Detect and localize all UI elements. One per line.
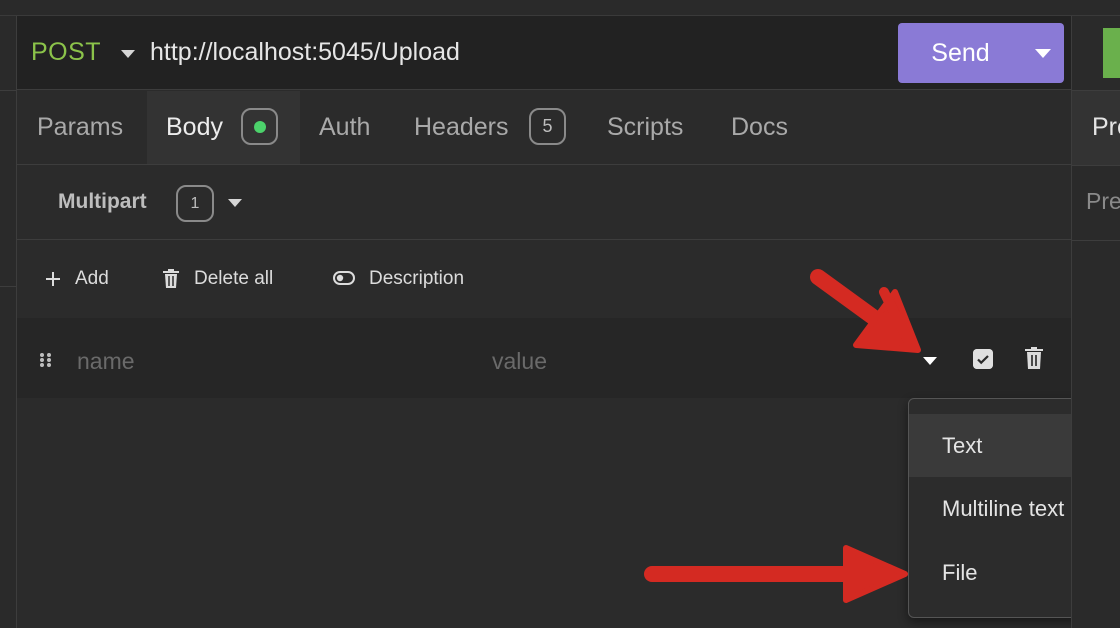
request-tabs: Params Body Auth Headers 5 Scripts Docs [17, 91, 1071, 165]
gutter-divider [0, 90, 16, 91]
tab-label: Docs [731, 113, 788, 141]
tab-docs[interactable]: Docs [731, 91, 811, 164]
response-divider [1072, 165, 1120, 166]
tab-headers[interactable]: Headers 5 [414, 91, 574, 164]
tab-label: Body [166, 113, 223, 141]
http-method-selector[interactable]: POST [31, 38, 101, 67]
url-bar: POST http://localhost:5045/Upload Send [17, 16, 1071, 90]
delete-all-label: Delete all [194, 268, 274, 289]
top-window-strip [0, 0, 1120, 16]
response-preview-selector[interactable]: Pre [1086, 188, 1120, 215]
tab-label: Auth [319, 113, 371, 141]
multipart-count-badge: 1 [176, 185, 214, 222]
gutter-divider [0, 286, 16, 287]
param-actions-row: Add Delete all Description [17, 241, 1071, 317]
send-options-caret-icon[interactable] [1035, 49, 1051, 58]
tab-label: Scripts [607, 113, 684, 141]
body-status-badge [241, 108, 278, 145]
tab-auth[interactable]: Auth [319, 91, 399, 164]
left-sidebar-gutter [0, 16, 17, 628]
delete-param-trash-icon[interactable] [1025, 347, 1043, 369]
description-toggle[interactable]: Description [333, 241, 493, 317]
body-active-dot-icon [254, 121, 266, 133]
description-label: Description [369, 268, 465, 289]
multipart-param-row: name value [17, 318, 1071, 398]
add-label: Add [75, 268, 109, 289]
add-button[interactable]: Add [41, 241, 141, 317]
tab-body[interactable]: Body [147, 91, 300, 164]
send-button-group[interactable]: Send [898, 23, 1064, 83]
toggle-icon [333, 271, 355, 285]
drag-handle-icon[interactable] [39, 352, 53, 368]
trash-icon [163, 269, 179, 288]
param-value-input[interactable]: value [492, 348, 547, 375]
response-tab-preview[interactable]: Pre [1092, 113, 1120, 142]
url-input[interactable]: http://localhost:5045/Upload [150, 38, 460, 67]
param-enabled-checkbox-icon[interactable] [973, 349, 993, 369]
param-name-input[interactable]: name [77, 348, 135, 375]
response-divider [1072, 240, 1120, 241]
body-type-row: Multipart 1 [17, 166, 1071, 240]
method-dropdown-caret-icon[interactable] [121, 50, 135, 58]
send-button[interactable]: Send [898, 23, 1023, 83]
body-type-selector[interactable]: Multipart [58, 190, 147, 214]
headers-count-badge: 5 [529, 108, 566, 145]
body-type-caret-icon[interactable] [228, 199, 242, 207]
tab-label: Headers [414, 113, 509, 141]
response-status-badge [1103, 28, 1120, 78]
tab-label: Params [37, 113, 124, 141]
tab-scripts[interactable]: Scripts [607, 91, 707, 164]
response-divider [1072, 90, 1120, 91]
tab-params[interactable]: Params [17, 91, 147, 164]
delete-all-button[interactable]: Delete all [161, 241, 301, 317]
param-type-caret-icon[interactable] [923, 357, 937, 365]
plus-icon [46, 272, 60, 286]
